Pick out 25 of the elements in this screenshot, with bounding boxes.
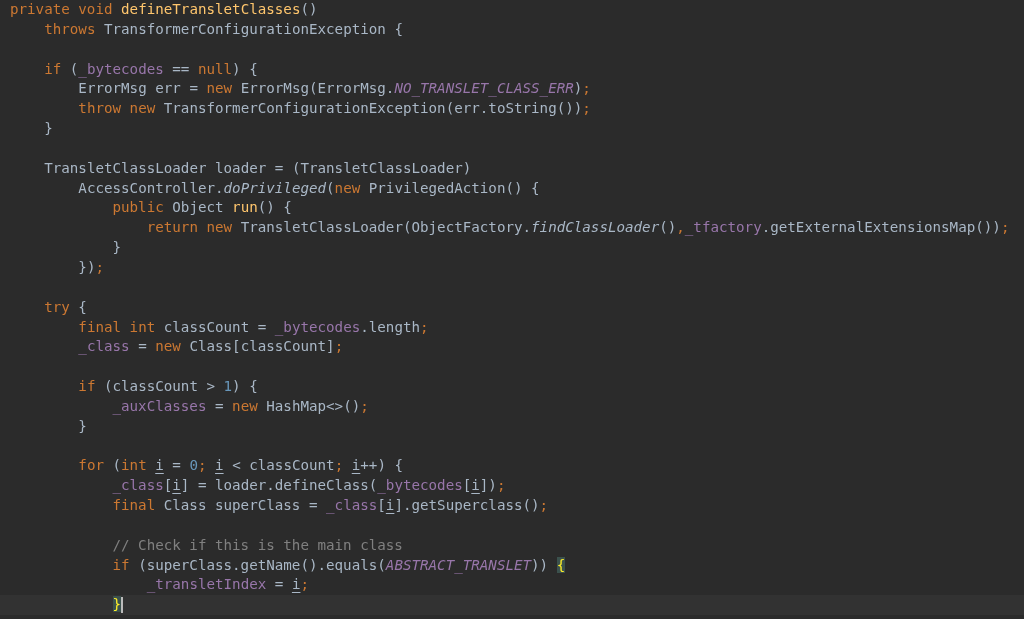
- code-line: private void defineTransletClasses(): [9, 0, 319, 19]
- code-line: AccessController.doPrivileged(new PrivilegedAction() {: [77, 178, 541, 198]
- code-line: for (int i = 0; i < classCount; i++) {: [77, 456, 404, 476]
- code-line: });: [77, 257, 105, 277]
- code-line: ErrorMsg err = new ErrorMsg(ErrorMsg.NO_TRANSLET_CLASS_ERR);: [77, 79, 592, 99]
- code-line: }: [43, 119, 54, 139]
- code-line: if (_bytecodes == null) {: [43, 59, 259, 80]
- code-line: }: [111, 238, 123, 258]
- code-line: public Object run() {: [111, 198, 293, 218]
- code-line: // Check if this is the main class: [111, 535, 404, 555]
- code-line: TransletClassLoader loader = (TransletClassLoader): [43, 158, 473, 178]
- code-line: throw new TransformerConfigurationException(err.toString());: [77, 99, 592, 119]
- code-line: if (classCount > 1) {: [77, 377, 259, 397]
- code-line: return new TransletClassLoader(ObjectFactory.findClassLoader(),_tfactory.getExternalExtensionsMap());: [145, 218, 1011, 238]
- code-line: final int classCount = _bytecodes.length;: [77, 317, 430, 338]
- code-line: _class[i] = loader.defineClass(_bytecodes[i]);: [111, 476, 507, 496]
- code-line: try {: [43, 297, 88, 317]
- code-line: if (superClass.getName().equals(ABSTRACT_TRANSLET)) {: [111, 555, 567, 576]
- text-cursor: [121, 597, 124, 614]
- code-line: _auxClasses = new HashMap<>();: [111, 396, 370, 417]
- code-line: throws TransformerConfigurationException {: [43, 19, 404, 39]
- code-line: }: [77, 416, 88, 436]
- code-line: _class = new Class[classCount];: [77, 337, 345, 357]
- code-line: _transletIndex = i;: [145, 575, 310, 595]
- code-line: final Class superClass = _class[i].getSuperclass();: [111, 496, 550, 516]
